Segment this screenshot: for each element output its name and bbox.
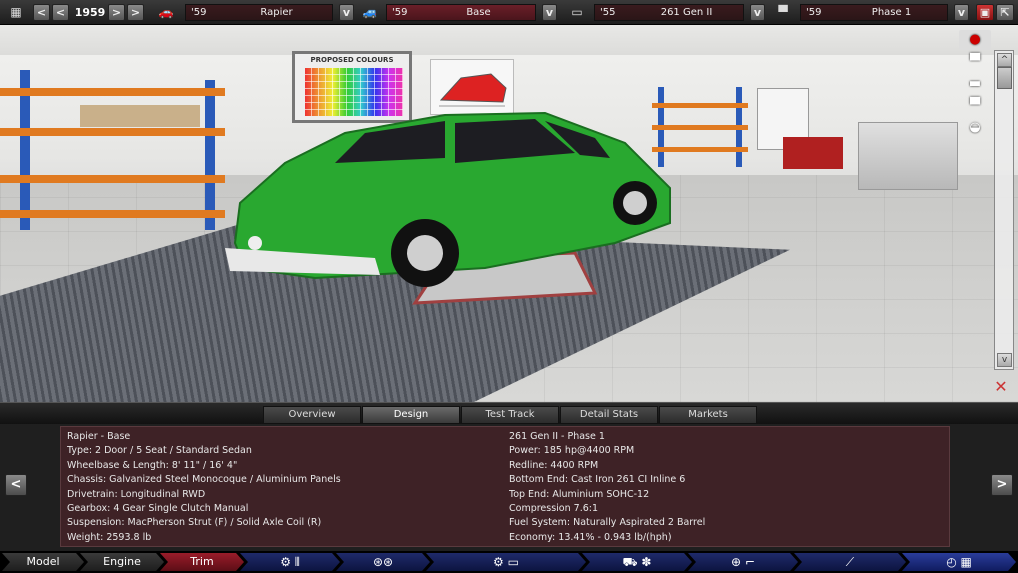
save-icon[interactable]: ▣ <box>976 4 994 21</box>
year-prev-button[interactable]: < <box>52 4 69 21</box>
trim-name: Base <box>466 7 491 18</box>
year-next-button[interactable]: > <box>108 4 125 21</box>
engine-variant-select[interactable]: '59 Phase 1 <box>800 4 948 21</box>
bottom-navigation: Model Engine Trim ⚙ ⫴ ⊛⊛ ⚙ ▭ ⛟ ✽ ⊕ ⌐ ⟋ ◴… <box>0 551 1018 573</box>
engine-info-row: Fuel System: Naturally Aspirated 2 Barre… <box>509 517 706 529</box>
variant-name: Phase 1 <box>871 7 912 18</box>
car-model-icon: 🚗 <box>158 5 174 19</box>
trim-dropdown-button[interactable]: v <box>542 4 557 21</box>
car-info-row: Drivetrain: Longitudinal RWD <box>67 488 206 500</box>
gearbox-icon[interactable]: ⚙ ⫴ <box>240 553 340 571</box>
tab-bar: Overview Design Test Track Detail Stats … <box>0 402 1018 424</box>
engine-year: '55 <box>600 7 616 18</box>
tab-test-track[interactable]: Test Track <box>461 406 559 424</box>
tab-detail-stats[interactable]: Detail Stats <box>560 406 658 424</box>
trim-year: '59 <box>392 7 408 18</box>
garage-ceiling <box>0 25 1018 55</box>
engine-info-row: Top End: Aluminium SOHC-12 <box>509 488 650 500</box>
aero-icon[interactable]: ⛟ ✽ <box>582 553 692 571</box>
exit-icon[interactable]: ⇱ <box>996 4 1014 21</box>
engine-info-row: Redline: 4400 RPM <box>509 459 599 471</box>
trim-select[interactable]: '59 Base <box>386 4 536 21</box>
top-toolbar: ▦ < < 1959 > > 🚗 '59 Rapier v 🚙 '59 Base… <box>0 0 1018 25</box>
red-toolbox <box>783 137 843 169</box>
design-info-panel: Rapier - Base Type: 2 Door / 5 Seat / St… <box>60 426 950 547</box>
nav-model-button[interactable]: Model <box>2 553 84 571</box>
game-window: ▦ < < 1959 > > 🚗 '59 Rapier v 🚙 '59 Base… <box>0 0 1018 573</box>
year-display: 1959 <box>74 6 106 19</box>
car-info-row: Wheelbase & Length: 8' 11" / 16' 4" <box>67 459 238 471</box>
interior-icon[interactable]: ⊕ ⌐ <box>688 553 798 571</box>
engine-variant-icon: ▀ <box>778 5 788 19</box>
suspension-icon[interactable]: ⊛⊛ <box>336 553 430 571</box>
car-trim-icon: 🚙 <box>362 5 378 19</box>
car-info-row: Type: 2 Door / 5 Seat / Standard Sedan <box>67 445 252 457</box>
engine-dropdown-button[interactable]: v <box>750 4 765 21</box>
engine-select[interactable]: '55 261 Gen II <box>594 4 744 21</box>
zoom-scrollbar[interactable]: ^ v <box>994 50 1014 370</box>
engine-info-row: Power: 185 hp@4400 RPM <box>509 445 635 457</box>
nav-trim-button[interactable]: Trim <box>160 553 244 571</box>
garage-viewport: PROPOSED COLOURS ● ▀ ▬ ▀ ◒ ^ v ✕ <box>0 25 1018 402</box>
tab-design[interactable]: Design <box>362 406 460 424</box>
car-model <box>225 111 671 305</box>
left-shelf <box>0 70 225 230</box>
scroll-up-button[interactable]: ^ <box>997 53 1012 67</box>
engine-info-row: Bottom End: Cast Iron 261 CI Inline 6 <box>509 474 686 486</box>
garage-cabinet <box>858 122 958 190</box>
top-view-icon[interactable]: ◒ <box>959 118 991 138</box>
car-info-row: Chassis: Galvanized Steel Monocoque / Al… <box>67 474 341 486</box>
body-icon[interactable]: ⚙ ▭ <box>426 553 586 571</box>
scroll-thumb[interactable] <box>997 67 1012 89</box>
engine-info-row: Economy: 13.41% - 0.943 lb/(hph) <box>509 531 672 543</box>
close-view-icon[interactable]: ✕ <box>990 377 1012 397</box>
info-area: < Rapier - Base Type: 2 Door / 5 Seat / … <box>0 424 1018 551</box>
rear-view-icon[interactable]: ▀ <box>959 96 991 116</box>
model-select[interactable]: '59 Rapier <box>185 4 333 21</box>
poster-title: PROPOSED COLOURS <box>310 56 394 64</box>
engine-info-column: 261 Gen II - Phase 1 Power: 185 hp@4400 … <box>509 430 939 545</box>
variant-dropdown-button[interactable]: v <box>954 4 969 21</box>
car-info-row: Gearbox: 4 Gear Single Clutch Manual <box>67 502 249 514</box>
model-name: Rapier <box>260 7 293 18</box>
camera-icon[interactable]: ● <box>959 30 991 50</box>
calendar-icon[interactable]: ▦ <box>6 5 26 20</box>
car-info-row: Weight: 2593.8 lb <box>67 531 152 543</box>
car-info-row: Rapier - Base <box>67 431 131 442</box>
car-info-row: Suspension: MacPherson Strut (F) / Solid… <box>67 517 322 529</box>
model-dropdown-button[interactable]: v <box>339 4 354 21</box>
engine-info-row: 261 Gen II - Phase 1 <box>509 431 605 442</box>
year-next-far-button[interactable]: > <box>127 4 144 21</box>
tab-markets[interactable]: Markets <box>659 406 757 424</box>
next-page-button[interactable]: > <box>991 474 1013 496</box>
prev-page-button[interactable]: < <box>5 474 27 496</box>
engine-info-row: Compression 7.6:1 <box>509 502 599 514</box>
safety-icon[interactable]: ⟋ <box>794 553 906 571</box>
front-view-icon[interactable]: ▀ <box>959 52 991 72</box>
nav-engine-button[interactable]: Engine <box>80 553 164 571</box>
variant-year: '59 <box>806 7 822 18</box>
engine-name: 261 Gen II <box>660 7 713 18</box>
year-prev-far-button[interactable]: < <box>33 4 50 21</box>
scroll-down-button[interactable]: v <box>997 353 1012 367</box>
side-view-icon[interactable]: ▬ <box>959 74 991 94</box>
model-year: '59 <box>191 7 207 18</box>
tab-overview[interactable]: Overview <box>263 406 361 424</box>
view-options: ● ▀ ▬ ▀ ◒ <box>955 30 995 140</box>
test-drive-icon[interactable]: ◴ ▦ <box>902 553 1016 571</box>
engine-family-icon: ▭ <box>571 5 583 19</box>
car-info-column: Rapier - Base Type: 2 Door / 5 Seat / St… <box>67 430 497 545</box>
